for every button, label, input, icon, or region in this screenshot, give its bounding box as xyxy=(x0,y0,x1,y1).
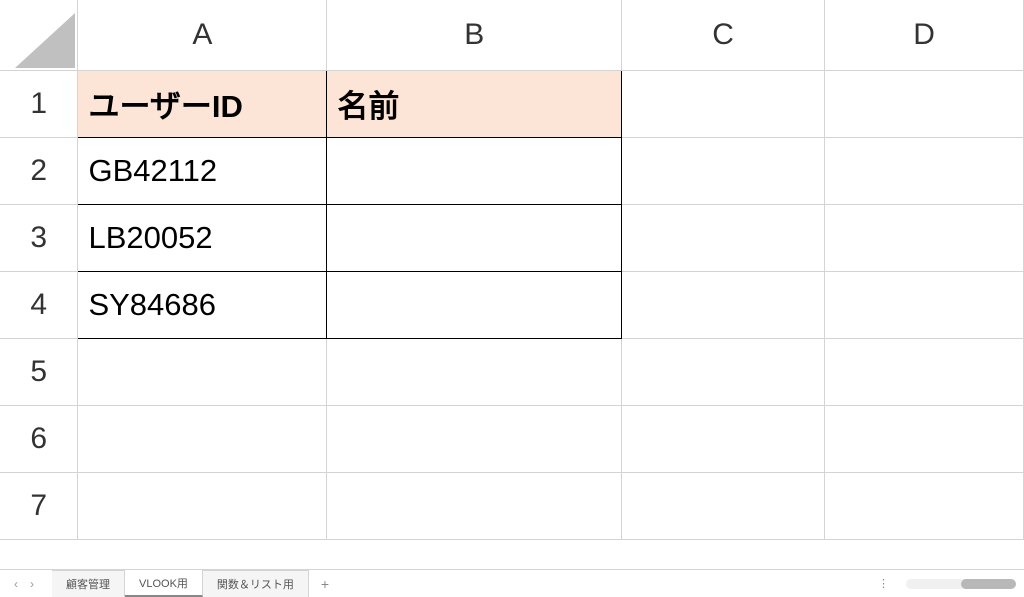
row-header-1[interactable]: 1 xyxy=(0,70,78,137)
spreadsheet-container: A B C D 1 ユーザーID 名前 2 GB42112 3 L xyxy=(0,0,1024,597)
corner-triangle-icon xyxy=(15,13,75,68)
cell-b1[interactable]: 名前 xyxy=(327,70,622,137)
row-header-7[interactable]: 7 xyxy=(0,472,78,539)
tab-nav-next[interactable]: › xyxy=(24,577,40,591)
sheet-tab-customers[interactable]: 顧客管理 xyxy=(52,570,125,597)
sheet-tab-vlook[interactable]: VLOOK用 xyxy=(125,570,203,597)
cell-b7[interactable] xyxy=(327,472,622,539)
cell-a5[interactable] xyxy=(78,338,327,405)
add-sheet-button[interactable]: + xyxy=(309,576,341,592)
row-header-2[interactable]: 2 xyxy=(0,137,78,204)
cell-b6[interactable] xyxy=(327,405,622,472)
column-header-d[interactable]: D xyxy=(825,0,1024,70)
table-row: 3 LB20052 xyxy=(0,204,1024,271)
grid-area: A B C D 1 ユーザーID 名前 2 GB42112 3 L xyxy=(0,0,1024,569)
column-header-a[interactable]: A xyxy=(78,0,327,70)
column-header-row: A B C D xyxy=(0,0,1024,70)
tab-options-button[interactable]: ⋮ xyxy=(878,577,890,590)
table-row: 2 GB42112 xyxy=(0,137,1024,204)
cell-b4[interactable] xyxy=(327,271,622,338)
table-row: 6 xyxy=(0,405,1024,472)
cell-a7[interactable] xyxy=(78,472,327,539)
cell-a2[interactable]: GB42112 xyxy=(78,137,327,204)
cell-a3[interactable]: LB20052 xyxy=(78,204,327,271)
sheet-tab-bar: ‹ › 顧客管理 VLOOK用 関数＆リスト用 + ⋮ xyxy=(0,569,1024,597)
row-header-4[interactable]: 4 xyxy=(0,271,78,338)
cell-a1[interactable]: ユーザーID xyxy=(78,70,327,137)
cell-d7[interactable] xyxy=(825,472,1024,539)
cell-b5[interactable] xyxy=(327,338,622,405)
cell-c3[interactable] xyxy=(622,204,825,271)
tab-nav-prev[interactable]: ‹ xyxy=(8,577,24,591)
cell-b3[interactable] xyxy=(327,204,622,271)
cell-c1[interactable] xyxy=(622,70,825,137)
cell-c2[interactable] xyxy=(622,137,825,204)
cell-c6[interactable] xyxy=(622,405,825,472)
table-row: 4 SY84686 xyxy=(0,271,1024,338)
tab-bar-right: ⋮ xyxy=(878,577,1016,590)
row-header-3[interactable]: 3 xyxy=(0,204,78,271)
horizontal-scrollbar[interactable] xyxy=(906,579,1016,589)
spreadsheet-table: A B C D 1 ユーザーID 名前 2 GB42112 3 L xyxy=(0,0,1024,540)
cell-c7[interactable] xyxy=(622,472,825,539)
tab-nav-arrows: ‹ › xyxy=(8,577,40,591)
table-row: 5 xyxy=(0,338,1024,405)
column-header-b[interactable]: B xyxy=(327,0,622,70)
cell-a4[interactable]: SY84686 xyxy=(78,271,327,338)
sheet-tab-functions[interactable]: 関数＆リスト用 xyxy=(203,570,309,597)
scrollbar-thumb[interactable] xyxy=(961,579,1016,589)
sheet-tabs: 顧客管理 VLOOK用 関数＆リスト用 + xyxy=(52,570,341,597)
cell-d2[interactable] xyxy=(825,137,1024,204)
cell-d5[interactable] xyxy=(825,338,1024,405)
cell-d1[interactable] xyxy=(825,70,1024,137)
cell-b2[interactable] xyxy=(327,137,622,204)
table-row: 7 xyxy=(0,472,1024,539)
select-all-corner[interactable] xyxy=(0,0,78,70)
row-header-6[interactable]: 6 xyxy=(0,405,78,472)
cell-c5[interactable] xyxy=(622,338,825,405)
row-header-5[interactable]: 5 xyxy=(0,338,78,405)
cell-c4[interactable] xyxy=(622,271,825,338)
cell-d4[interactable] xyxy=(825,271,1024,338)
cell-d6[interactable] xyxy=(825,405,1024,472)
cell-a6[interactable] xyxy=(78,405,327,472)
table-row: 1 ユーザーID 名前 xyxy=(0,70,1024,137)
column-header-c[interactable]: C xyxy=(622,0,825,70)
cell-d3[interactable] xyxy=(825,204,1024,271)
